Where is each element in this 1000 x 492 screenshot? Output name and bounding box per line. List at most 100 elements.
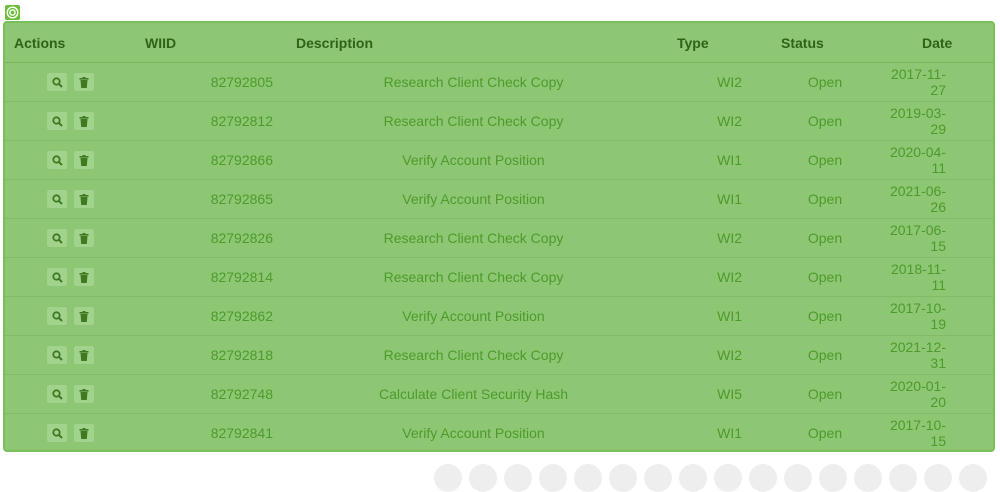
page-button[interactable] [819, 464, 847, 492]
view-button[interactable] [46, 111, 68, 131]
cell-wiid: 82792865 [137, 179, 288, 219]
table-row[interactable]: 82792865 Verify Account Position WI1 Open 20… [5, 179, 993, 219]
page-button[interactable] [714, 464, 742, 492]
delete-button[interactable] [73, 384, 95, 404]
cell-type: WI2 [659, 335, 763, 375]
column-header-type[interactable]: Type [659, 23, 763, 63]
search-icon [51, 232, 63, 244]
cell-status: Open [763, 335, 887, 375]
view-button[interactable] [46, 345, 68, 365]
cell-wiid: 82792805 [137, 62, 288, 102]
delete-button[interactable] [73, 228, 95, 248]
delete-button[interactable] [73, 267, 95, 287]
row-actions [5, 179, 137, 219]
page-button[interactable] [469, 464, 497, 492]
trash-icon [79, 76, 89, 88]
view-button[interactable] [46, 384, 68, 404]
view-button[interactable] [46, 267, 68, 287]
cell-date: 2018-11-11 [887, 257, 993, 297]
table-row[interactable]: 82792818 Research Client Check Copy WI2 Ope… [5, 335, 993, 375]
column-header-status[interactable]: Status [763, 23, 887, 63]
table-row[interactable]: 82792841 Verify Account Position WI1 Open 20… [5, 414, 993, 451]
view-button[interactable] [46, 189, 68, 209]
delete-button[interactable] [73, 72, 95, 92]
page-button[interactable] [574, 464, 602, 492]
view-button[interactable] [46, 150, 68, 170]
delete-button[interactable] [73, 345, 95, 365]
page-button[interactable] [644, 464, 672, 492]
cell-type: WI1 [659, 140, 763, 180]
trash-icon [79, 349, 89, 361]
target-icon[interactable] [5, 5, 20, 20]
row-actions [5, 140, 137, 180]
page-button[interactable] [539, 464, 567, 492]
column-header-wiid[interactable]: WIID [137, 23, 288, 63]
view-button[interactable] [46, 423, 68, 443]
search-icon [51, 76, 63, 88]
cell-wiid: 82792841 [210, 425, 273, 441]
page-button[interactable] [854, 464, 882, 492]
action-buttons [5, 111, 137, 131]
trash-icon [79, 115, 89, 127]
cell-date: 2020-04-11 [887, 140, 993, 180]
trash-icon [79, 388, 89, 400]
cell-wiid: 82792826 [137, 218, 288, 258]
delete-button[interactable] [73, 189, 95, 209]
work-items-panel: Actions WIID Description Type Status Dat… [3, 21, 995, 452]
action-buttons [5, 345, 137, 365]
search-icon [51, 115, 63, 127]
row-actions [5, 62, 137, 102]
delete-button[interactable] [73, 150, 95, 170]
action-buttons [5, 384, 137, 404]
page-button[interactable] [749, 464, 777, 492]
pagination [434, 464, 987, 492]
cell-status: Open [763, 62, 887, 102]
page-button[interactable] [959, 464, 987, 492]
trash-icon [79, 427, 89, 439]
page-button[interactable] [504, 464, 532, 492]
action-buttons [5, 72, 137, 92]
cell-type: WI1 [659, 296, 763, 336]
cell-type: WI2 [659, 62, 763, 102]
row-actions [5, 335, 137, 375]
cell-wiid: 82792818 [137, 335, 288, 375]
cell-description: Verify Account Position [288, 179, 659, 219]
cell-status: Open [763, 101, 887, 141]
table-row[interactable]: 82792866 Verify Account Position WI1 Open 20… [5, 140, 993, 180]
delete-button[interactable] [73, 423, 95, 443]
cell-type: WI2 [659, 218, 763, 258]
page-button[interactable] [784, 464, 812, 492]
action-buttons [5, 189, 137, 209]
cell-status: Open [763, 296, 887, 336]
page-button[interactable] [434, 464, 462, 492]
table-row[interactable]: 82792814 Research Client Check Copy WI2 Ope… [5, 257, 993, 297]
column-header-description[interactable]: Description [288, 23, 659, 63]
cell-status: Open [807, 425, 843, 441]
row-actions [5, 374, 137, 414]
cell-description: Research Client Check Copy [288, 257, 659, 297]
cell-status: Open [763, 218, 887, 258]
view-button[interactable] [46, 306, 68, 326]
view-button[interactable] [46, 72, 68, 92]
page-button[interactable] [679, 464, 707, 492]
cell-type: WI5 [659, 374, 763, 414]
cell-type: WI1 [659, 179, 763, 219]
page-button[interactable] [924, 464, 952, 492]
table-row[interactable]: 82792862 Verify Account Position WI1 Open 20… [5, 296, 993, 336]
delete-button[interactable] [73, 111, 95, 131]
view-button[interactable] [46, 228, 68, 248]
cell-date: 2019-03-29 [887, 101, 993, 141]
cell-description: Calculate Client Security Hash [288, 374, 659, 414]
page-button[interactable] [889, 464, 917, 492]
search-icon [51, 388, 63, 400]
cell-wiid: 82792748 [137, 374, 288, 414]
search-icon [51, 427, 63, 439]
table-row[interactable]: 82792748 Calculate Client Security Hash WI… [5, 374, 993, 414]
table-row[interactable]: 82792812 Research Client Check Copy WI2 Ope… [5, 101, 993, 141]
page-button[interactable] [609, 464, 637, 492]
cell-wiid: 82792866 [137, 140, 288, 180]
delete-button[interactable] [73, 306, 95, 326]
table-row[interactable]: 82792826 Research Client Check Copy WI2 Ope… [5, 218, 993, 258]
column-header-date[interactable]: Date [887, 23, 993, 63]
table-row[interactable]: 82792805 Research Client Check Copy WI2 Ope… [5, 62, 993, 102]
